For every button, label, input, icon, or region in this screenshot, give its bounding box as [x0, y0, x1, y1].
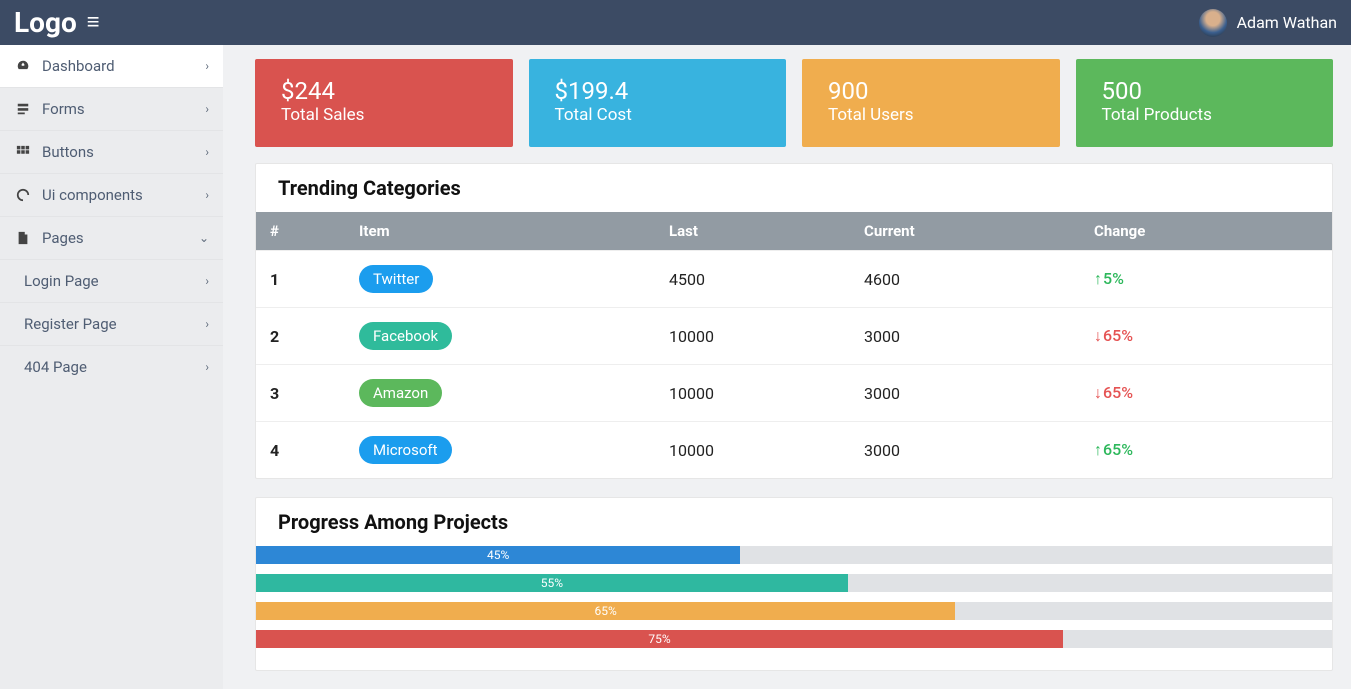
gauge-icon [14, 59, 32, 73]
trending-table: # Item Last Current Change 1Twitter45004… [256, 212, 1332, 478]
username[interactable]: Adam Wathan [1237, 13, 1337, 32]
cell-change: ↑5% [1086, 251, 1332, 308]
card-value: 900 [828, 77, 1034, 105]
progress-track: 65% [256, 602, 1332, 620]
card-value: $199.4 [555, 77, 761, 105]
trending-panel: Trending Categories # Item Last Current … [255, 163, 1333, 479]
sidebar-item-label: Register Page [24, 315, 117, 333]
cell-last: 10000 [661, 422, 856, 479]
cell-item: Twitter [351, 251, 661, 308]
card-value: $244 [281, 77, 487, 105]
sidebar-subitem-login-page[interactable]: Login Page › [0, 259, 223, 302]
spinner-icon [14, 188, 32, 202]
card-label: Total Users [828, 105, 1034, 125]
avatar[interactable] [1199, 9, 1227, 37]
panel-title: Progress Among Projects [256, 498, 1332, 546]
sidebar-item-buttons[interactable]: Buttons › [0, 130, 223, 173]
sidebar-item-label: Login Page [24, 272, 99, 290]
arrow-down-icon: ↓ [1094, 326, 1102, 345]
card-label: Total Cost [555, 105, 761, 125]
chevron-down-icon: ⌄ [199, 231, 209, 245]
cell-item: Amazon [351, 365, 661, 422]
cell-num: 1 [256, 251, 351, 308]
card-label: Total Sales [281, 105, 487, 125]
sidebar: Dashboard › Forms › Buttons › Ui components › Pa… [0, 45, 223, 689]
top-header: Logo ≡ Adam Wathan [0, 0, 1351, 45]
cell-change: ↓65% [1086, 308, 1332, 365]
panel-title: Trending Categories [256, 164, 1332, 212]
item-badge[interactable]: Facebook [359, 322, 452, 350]
chevron-right-icon: › [205, 360, 209, 374]
sidebar-item-label: Ui components [42, 186, 143, 204]
col-last: Last [661, 212, 856, 251]
cell-num: 3 [256, 365, 351, 422]
sidebar-item-label: Forms [42, 100, 85, 118]
col-current: Current [856, 212, 1086, 251]
cell-current: 3000 [856, 422, 1086, 479]
sidebar-item-label: Buttons [42, 143, 94, 161]
form-icon [14, 102, 32, 116]
summary-card[interactable]: $244Total Sales [255, 59, 513, 147]
sidebar-item-ui-components[interactable]: Ui components › [0, 173, 223, 216]
col-change: Change [1086, 212, 1332, 251]
sidebar-item-pages[interactable]: Pages ⌄ [0, 216, 223, 259]
col-item: Item [351, 212, 661, 251]
chevron-right-icon: › [205, 188, 209, 202]
table-row: 4 Microsoft 100003000↑65% [256, 422, 1332, 479]
progress-bar: 45% [256, 546, 740, 564]
progress-bar: 55% [256, 574, 848, 592]
arrow-up-icon: ↑ [1094, 269, 1102, 288]
summary-card[interactable]: 500Total Products [1076, 59, 1334, 147]
sidebar-item-label: Dashboard [42, 57, 115, 75]
table-row: 1 Twitter 45004600↑5% [256, 251, 1332, 308]
item-badge[interactable]: Twitter [359, 265, 433, 293]
cell-num: 4 [256, 422, 351, 479]
sidebar-subitem-register-page[interactable]: Register Page › [0, 302, 223, 345]
cell-item: Microsoft [351, 422, 661, 479]
cell-current: 4600 [856, 251, 1086, 308]
table-row: 3 Amazon 100003000↓65% [256, 365, 1332, 422]
chevron-right-icon: › [205, 145, 209, 159]
summary-card[interactable]: $199.4Total Cost [529, 59, 787, 147]
summary-cards: $244Total Sales$199.4Total Cost900Total … [255, 59, 1333, 147]
card-value: 500 [1102, 77, 1308, 105]
sidebar-subitem-404-page[interactable]: 404 Page › [0, 345, 223, 388]
arrow-up-icon: ↑ [1094, 440, 1102, 459]
chevron-right-icon: › [205, 317, 209, 331]
sidebar-item-label: 404 Page [24, 358, 87, 376]
cell-last: 10000 [661, 365, 856, 422]
sidebar-item-forms[interactable]: Forms › [0, 87, 223, 130]
chevron-right-icon: › [205, 59, 209, 73]
cell-current: 3000 [856, 308, 1086, 365]
progress-track: 45% [256, 546, 1332, 564]
arrow-down-icon: ↓ [1094, 383, 1102, 402]
cell-change: ↓65% [1086, 365, 1332, 422]
grid-icon [14, 145, 32, 159]
chevron-right-icon: › [205, 102, 209, 116]
progress-track: 75% [256, 630, 1332, 648]
file-icon [14, 231, 32, 245]
chevron-right-icon: › [205, 274, 209, 288]
progress-track: 55% [256, 574, 1332, 592]
cell-num: 2 [256, 308, 351, 365]
logo[interactable]: Logo [14, 6, 77, 39]
cell-item: Facebook [351, 308, 661, 365]
table-row: 2 Facebook 100003000↓65% [256, 308, 1332, 365]
item-badge[interactable]: Microsoft [359, 436, 452, 464]
cell-current: 3000 [856, 365, 1086, 422]
sidebar-item-label: Pages [42, 229, 84, 247]
card-label: Total Products [1102, 105, 1308, 125]
cell-last: 10000 [661, 308, 856, 365]
main-content: $244Total Sales$199.4Total Cost900Total … [223, 45, 1351, 689]
progress-panel: Progress Among Projects 45% 55% 65% 75% [255, 497, 1333, 671]
progress-bar: 65% [256, 602, 955, 620]
item-badge[interactable]: Amazon [359, 379, 442, 407]
summary-card[interactable]: 900Total Users [802, 59, 1060, 147]
cell-last: 4500 [661, 251, 856, 308]
sidebar-item-dashboard[interactable]: Dashboard › [0, 45, 223, 87]
progress-bar: 75% [256, 630, 1063, 648]
cell-change: ↑65% [1086, 422, 1332, 479]
menu-toggle-icon[interactable]: ≡ [87, 12, 100, 34]
col-num: # [256, 212, 351, 251]
